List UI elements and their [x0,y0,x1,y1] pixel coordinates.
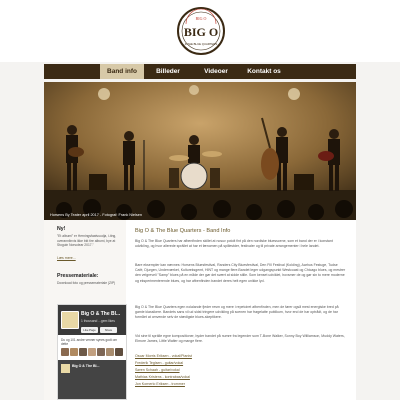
facebook-likes: 1 thousand ...gem likes [81,319,115,323]
nav-kontakt-os[interactable]: Kontakt os [240,64,288,79]
friend-avatar[interactable] [106,348,114,356]
facebook-page-name[interactable]: Big O & The Bl... [81,311,120,317]
member-link[interactable]: Frederik Teglsen - guitar/vokal [135,361,183,365]
paragraph-history: Bare eksempler kan nævnes: Horsens Blues… [135,263,346,283]
page-title: Big O & The Blue Quarters - Band Info [135,228,231,234]
main-content: Big O & The Blue Quarters - Band Info Bi… [135,220,350,400]
logo-emblem: BIG O & THE BLUE QUARTERS BIG O [177,7,225,55]
friend-avatar[interactable] [61,348,69,356]
member-link[interactable]: Søren Schaah - guitar/vokal [135,368,180,372]
logo-arc-top: BIG O [196,16,207,21]
main-nav: Band info Billeder Videoer Kontakt os [44,64,356,79]
friend-avatar[interactable] [70,348,78,356]
paragraph-intro: Big O & The Blue Quarters har afbenfinde… [135,239,333,249]
facebook-avatar [61,311,79,329]
sidebar-news-title: Ny! [57,226,66,232]
friend-avatar[interactable] [97,348,105,356]
friend-avatar[interactable] [79,348,87,356]
sidebar-read-more-link[interactable]: Læs mere... [57,256,76,260]
sidebar-news-text: "Et albumi" er Herningsfaatvuudja, i-tin… [57,234,117,248]
facebook-widget[interactable]: Big O & The Bl... 1 thousand ...gem like… [57,304,127,400]
band-logo[interactable]: BIG O & THE BLUE QUARTERS BIG O [177,7,225,55]
facebook-friend-faces [61,348,123,357]
member-link[interactable]: Mathias Kristens - kontrabas/vokal [135,375,190,379]
facebook-share-button[interactable]: Share [100,327,117,333]
paragraph-repertoire: Vid sine til sprälle egne kompositioner,… [135,334,345,344]
facebook-like-button[interactable]: Like Page [81,327,98,333]
sidebar-press-link[interactable]: Download foto og pressemateriale (ZIP) [57,281,122,286]
sidebar: Ny! "Et albumi" er Herningsfaatvuudja, i… [44,220,127,400]
member-link[interactable]: Oscar Morris Eriksen - vokal/Pianist [135,354,192,358]
logo-main-text: BIG O [184,25,218,39]
sidebar-press-title: Pressemateriale: [57,273,99,279]
friend-avatar[interactable] [88,348,96,356]
photo-caption: Horsens By Teater april 2017 - Fotograf:… [50,213,142,217]
member-link[interactable]: Jon Kornerlo Eriksen - trommer [135,382,185,386]
nav-band-info[interactable]: Band info [100,64,144,79]
header: BIG O & THE BLUE QUARTERS BIG O [0,0,400,62]
hero-photo: Horsens By Teater april 2017 - Fotograf:… [44,82,356,220]
nav-billeder[interactable]: Billeder [144,64,192,79]
content-area: Ny! "Et albumi" er Herningsfaatvuudja, i… [44,220,356,400]
friend-avatar[interactable] [115,348,123,356]
post-author: Big O & The Bl... [72,364,100,368]
post-avatar [61,364,70,373]
facebook-friends-text: Du og 101 andre venner synes godt om det… [61,338,117,346]
band-stage-photo [44,82,356,220]
paragraph-live: Big O & The Blue Quarters egen nolalande… [135,305,339,320]
facebook-post[interactable]: Big O & The Bl... [58,360,126,399]
nav-videoer[interactable]: Videoer [192,64,240,79]
logo-arc-bottom: & THE BLUE QUARTERS [185,42,218,46]
